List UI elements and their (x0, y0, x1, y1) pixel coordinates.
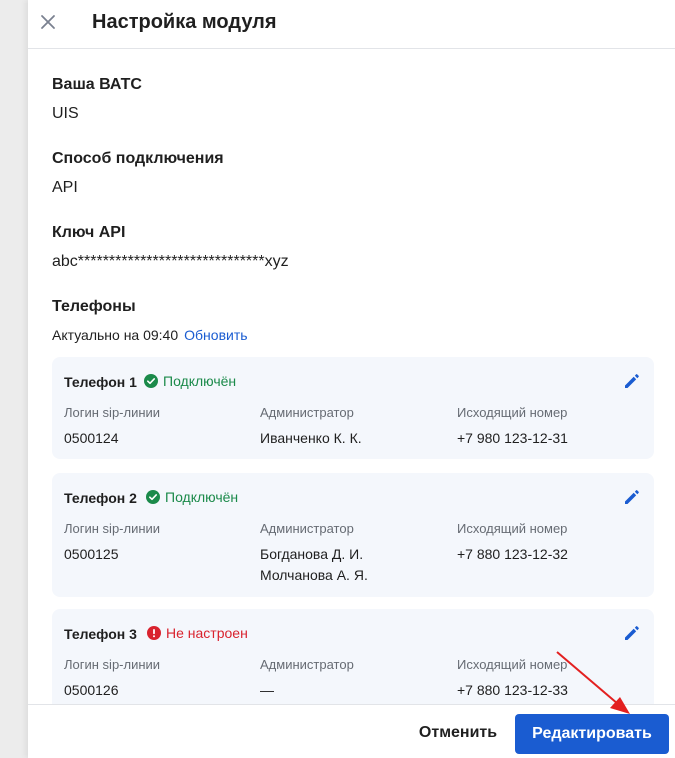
panel-footer: Отменить Редактировать (28, 704, 675, 758)
outgoing-label: Исходящий номер (457, 405, 568, 420)
panel-header: Настройка модуля (28, 0, 675, 49)
vats-label: Ваша ВАТС (52, 76, 142, 93)
pencil-icon[interactable] (622, 487, 642, 507)
refresh-link[interactable]: Обновить (184, 327, 247, 343)
login-label: Логин sip-линии (64, 657, 161, 672)
pencil-icon[interactable] (622, 623, 642, 643)
phone-title: Телефон 2 (64, 490, 137, 506)
admin-value-2: Молчанова А. Я. (260, 567, 368, 583)
admin-value: Иванченко К. К. (260, 430, 362, 446)
outgoing-label: Исходящий номер (457, 657, 568, 672)
status-badge: Подключён (146, 488, 238, 506)
status-text: Не настроен (166, 625, 248, 641)
connection-value: API (52, 179, 78, 196)
settings-panel: Настройка модуля Ваша ВАТС UIS Способ по… (28, 0, 675, 758)
panel-content: Ваша ВАТС UIS Способ подключения API Клю… (52, 49, 654, 704)
login-label: Логин sip-линии (64, 521, 161, 536)
page-title: Настройка модуля (92, 11, 277, 33)
check-circle-icon (144, 374, 158, 388)
close-icon (41, 15, 55, 29)
admin-value: — (260, 682, 274, 698)
api-key-label: Ключ API (52, 224, 126, 241)
status-badge: Подключён (144, 372, 236, 390)
api-key-value: abc******************************xyz (52, 253, 289, 270)
login-value: 0500126 (64, 682, 119, 698)
admin-value: Богданова Д. И. (260, 546, 364, 562)
check-circle-icon (146, 490, 160, 504)
edit-button[interactable]: Редактировать (515, 714, 669, 754)
cancel-button[interactable]: Отменить (408, 716, 508, 750)
admin-label: Администратор (260, 405, 354, 420)
close-button[interactable] (36, 10, 60, 34)
status-text: Подключён (165, 489, 239, 505)
outgoing-value: +7 880 123-12-32 (457, 546, 568, 562)
pencil-icon[interactable] (622, 371, 642, 391)
admin-label: Администратор (260, 521, 354, 536)
admin-label: Администратор (260, 657, 354, 672)
login-label: Логин sip-линии (64, 405, 161, 420)
status-text: Подключён (163, 373, 237, 389)
phone-title: Телефон 3 (64, 626, 137, 642)
phone-card-3: Телефон 3 Не настроен Логин sip-линии Ад… (52, 609, 654, 704)
phones-label: Телефоны (52, 298, 136, 315)
login-value: 0500124 (64, 430, 119, 446)
outgoing-label: Исходящий номер (457, 521, 568, 536)
login-value: 0500125 (64, 546, 119, 562)
status-badge: Не настроен (147, 624, 248, 642)
outgoing-value: +7 980 123-12-31 (457, 430, 568, 446)
phone-card-2: Телефон 2 Подключён Логин sip-линии Адми… (52, 473, 654, 597)
actual-text: Актуально на 09:40 (52, 327, 179, 343)
error-icon (147, 626, 161, 640)
phone-card-1: Телефон 1 Подключён Логин sip-линии Адми… (52, 357, 654, 459)
phone-title: Телефон 1 (64, 374, 137, 390)
vats-value: UIS (52, 105, 79, 122)
connection-label: Способ подключения (52, 150, 224, 167)
outgoing-value: +7 880 123-12-33 (457, 682, 568, 698)
actual-row: Актуально на 09:40 Обновить (52, 326, 248, 344)
